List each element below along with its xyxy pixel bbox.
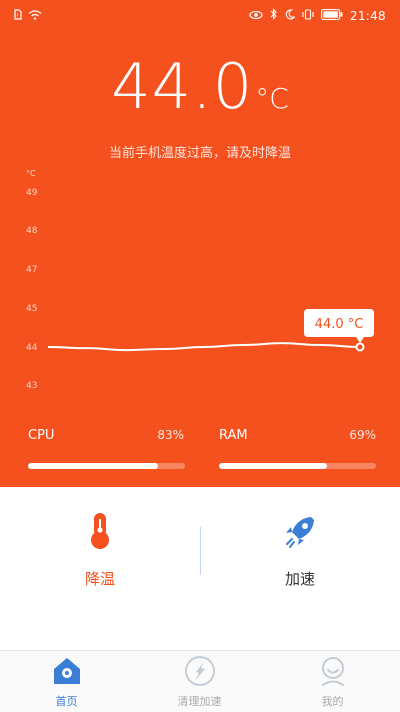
thermometer-icon — [88, 513, 112, 554]
moon-icon — [285, 8, 296, 23]
cpu-label: CPU — [28, 428, 55, 443]
y-tick-label: 43 — [26, 381, 37, 391]
boost-label: 加速 — [284, 570, 315, 588]
svg-text:!: ! — [16, 13, 18, 20]
wifi-icon — [28, 9, 42, 23]
bluetooth-icon — [270, 8, 278, 23]
current-temperature: 44.0°C — [0, 56, 400, 118]
ram-percent: 69% — [349, 428, 376, 442]
ram-label: RAM — [219, 428, 248, 443]
y-tick-label: 47 — [26, 265, 37, 275]
y-tick-label: 49 — [26, 188, 38, 198]
ram-usage-fill — [219, 463, 328, 469]
cool-down-button[interactable]: 降温 — [0, 512, 200, 589]
temperature-unit: °C — [255, 82, 289, 115]
cpu-usage-bar — [28, 463, 185, 469]
rocket-icon — [281, 517, 319, 554]
quick-actions: 降温 加速 — [0, 487, 400, 650]
home-icon — [50, 658, 84, 691]
ram-usage-bar — [219, 463, 376, 469]
battery-icon — [320, 8, 343, 23]
tab-home-label: 首页 — [55, 695, 78, 708]
status-bar: ! 21:48 — [0, 0, 400, 32]
cool-down-label: 降温 — [84, 570, 115, 588]
cpu-usage-fill — [28, 463, 159, 469]
tab-home[interactable]: 首页 — [0, 655, 133, 709]
temperature-chart: °C 49 48 47 45 44 43 44.0 °C — [26, 169, 374, 391]
temperature-value: 44.0 — [111, 50, 254, 123]
callout-label: 44.0 °C — [315, 317, 364, 332]
bottom-tab-bar: 首页 清理加速 我的 — [0, 650, 400, 712]
temperature-panel: ! 21:48 44.0°C 当前手机温度过高，请及时降温 °C 49 48 4… — [0, 0, 400, 487]
vibrate-icon — [302, 8, 314, 23]
sim-icon: ! — [14, 9, 22, 23]
tab-mine-label: 我的 — [321, 695, 344, 708]
y-tick-label: 48 — [26, 226, 38, 236]
cpu-percent: 83% — [157, 428, 184, 442]
eye-icon — [249, 9, 263, 23]
tab-clean-boost-label: 清理加速 — [177, 695, 222, 708]
tab-clean-boost[interactable]: 清理加速 — [133, 655, 266, 709]
tab-mine[interactable]: 我的 — [266, 655, 399, 709]
current-point — [355, 342, 365, 352]
current-temp-callout: 44.0 °C — [304, 309, 374, 343]
clean-boost-icon — [183, 656, 217, 691]
temperature-line — [47, 342, 361, 352]
status-time: 21:48 — [349, 8, 386, 23]
temperature-warning: 当前手机温度过高，请及时降温 — [108, 146, 291, 161]
boost-button[interactable]: 加速 — [200, 512, 400, 589]
user-icon — [316, 657, 350, 691]
y-axis-unit: °C — [26, 169, 36, 178]
y-tick-label: 44 — [26, 343, 38, 353]
y-tick-label: 45 — [26, 304, 37, 314]
